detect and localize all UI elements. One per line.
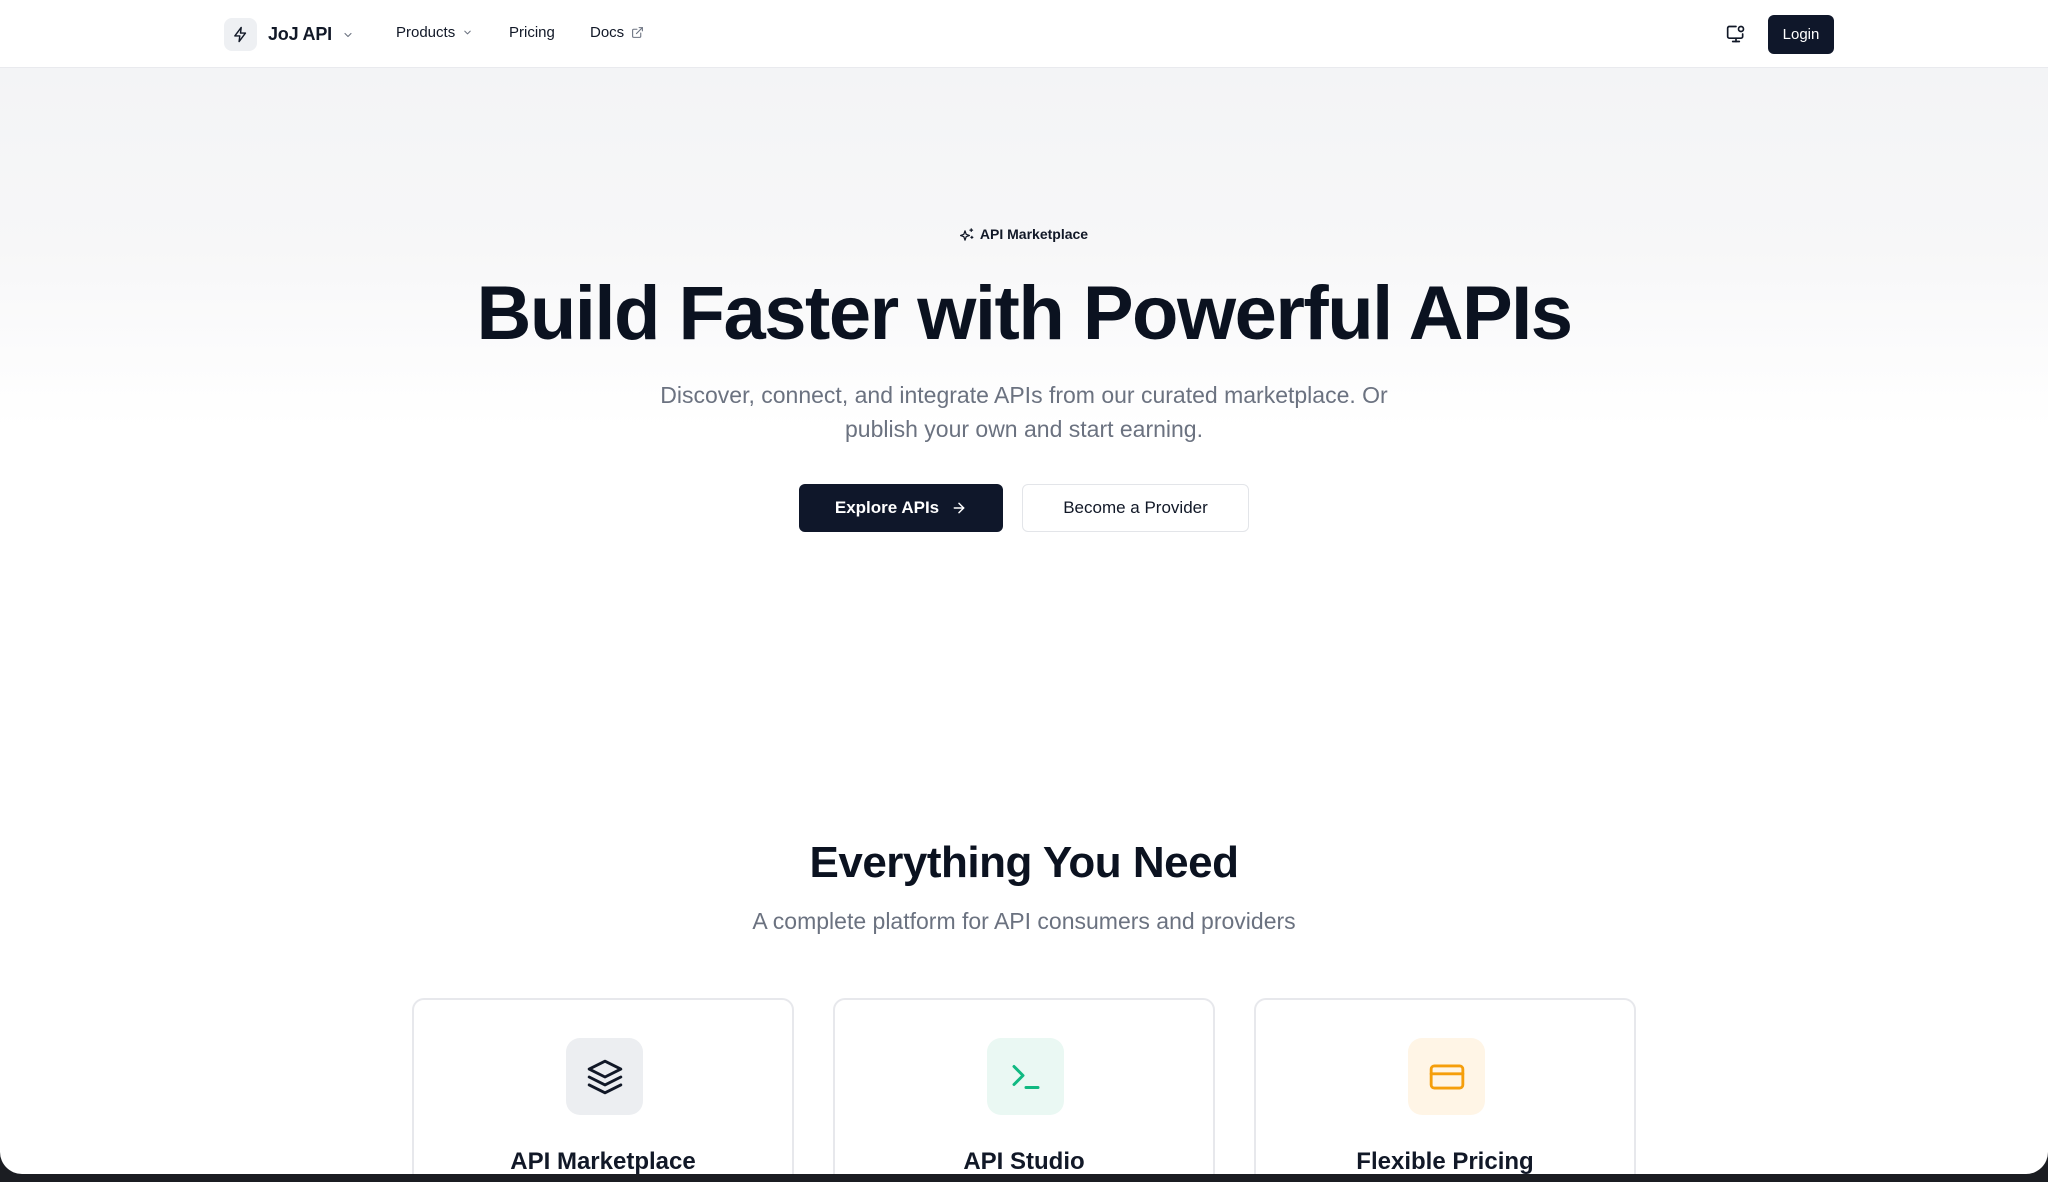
layers-icon <box>566 1038 643 1115</box>
external-link-icon <box>631 26 644 39</box>
hero-title: Build Faster with Powerful APIs <box>476 271 1573 356</box>
terminal-icon <box>987 1038 1064 1115</box>
hero-subtitle: Discover, connect, and integrate APIs fr… <box>660 382 1388 442</box>
theme-toggle-button[interactable] <box>1723 21 1749 47</box>
explore-apis-label: Explore APIs <box>834 498 940 517</box>
chevron-down-icon <box>462 27 473 38</box>
nav-products[interactable]: Products <box>396 24 473 41</box>
features-subtitle: A complete platform for API consumers an… <box>752 908 1296 934</box>
brand-switcher[interactable]: JoJ API <box>224 18 354 51</box>
brand-name: JoJ API <box>268 24 332 44</box>
feature-card-title: API Marketplace <box>510 1148 696 1174</box>
browser-viewport: JoJ API Products Pricing Docs Login API … <box>0 0 2048 1174</box>
features-title: Everything You Need <box>809 838 1239 887</box>
nav-docs-label: Docs <box>590 24 625 41</box>
nav-docs[interactable]: Docs <box>590 24 644 41</box>
nav-products-label: Products <box>396 24 456 41</box>
nav-pricing[interactable]: Pricing <box>509 24 555 41</box>
feature-card-title: API Studio <box>963 1148 1085 1174</box>
feature-card-flexible-pricing[interactable]: Flexible Pricing <box>1254 998 1636 1174</box>
feature-card-title: Flexible Pricing <box>1356 1148 1534 1174</box>
hero-eyebrow: API Marketplace <box>0 226 2048 242</box>
chevron-down-icon <box>342 29 354 41</box>
top-navbar: JoJ API Products Pricing Docs Login <box>0 0 2048 68</box>
sparkles-icon <box>959 227 975 242</box>
login-button[interactable]: Login <box>1768 15 1834 54</box>
hero-eyebrow-label: API Marketplace <box>979 226 1089 242</box>
monitor-icon <box>1726 24 1746 44</box>
bolt-icon <box>224 18 257 51</box>
arrow-right-icon <box>951 500 967 516</box>
credit-card-icon <box>1408 1038 1485 1115</box>
explore-apis-button[interactable]: Explore APIs <box>799 484 1003 532</box>
feature-card-api-marketplace[interactable]: API Marketplace <box>412 998 794 1174</box>
feature-card-api-studio[interactable]: API Studio <box>833 998 1215 1174</box>
become-provider-button[interactable]: Become a Provider <box>1022 484 1249 532</box>
nav-pricing-label: Pricing <box>509 24 555 41</box>
